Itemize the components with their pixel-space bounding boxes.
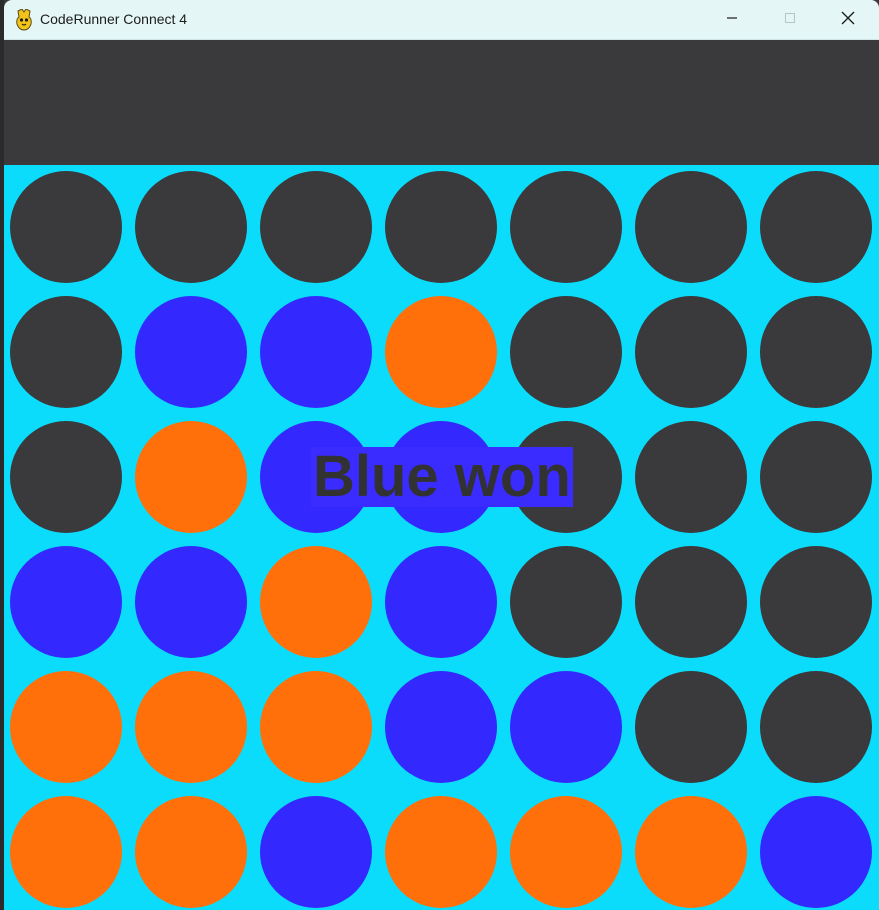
board-cell-orange-r4-c1[interactable] — [135, 671, 247, 783]
board-cell-blue-r4-c4[interactable] — [510, 671, 622, 783]
board-cell-empty-r2-c0[interactable] — [10, 421, 122, 533]
game-window: CodeRunner Connect 4 Blue won — [4, 0, 879, 910]
result-message: Blue won — [311, 444, 573, 509]
board-cell-blue-r5-c6[interactable] — [760, 796, 872, 908]
board-cell-empty-r4-c6[interactable] — [760, 671, 872, 783]
board-cell-blue-r1-c2[interactable] — [260, 296, 372, 408]
board-cell-orange-r3-c2[interactable] — [260, 546, 372, 658]
board-cell-blue-r5-c2[interactable] — [260, 796, 372, 908]
board-cell-orange-r5-c0[interactable] — [10, 796, 122, 908]
minimize-icon — [726, 11, 738, 29]
board-cell-orange-r5-c1[interactable] — [135, 796, 247, 908]
board-cell-empty-r2-c5[interactable] — [635, 421, 747, 533]
board-cell-orange-r4-c2[interactable] — [260, 671, 372, 783]
board-cell-blue-r1-c1[interactable] — [135, 296, 247, 408]
board-cell-empty-r1-c5[interactable] — [635, 296, 747, 408]
board-cell-empty-r0-c2[interactable] — [260, 171, 372, 283]
board-cell-orange-r2-c1[interactable] — [135, 421, 247, 533]
maximize-icon — [784, 11, 796, 29]
board-cell-empty-r0-c1[interactable] — [135, 171, 247, 283]
board-cell-orange-r5-c4[interactable] — [510, 796, 622, 908]
board-cell-empty-r0-c3[interactable] — [385, 171, 497, 283]
game-board[interactable]: Blue won — [4, 165, 879, 910]
board-cell-empty-r1-c0[interactable] — [10, 296, 122, 408]
board-cell-blue-r3-c3[interactable] — [385, 546, 497, 658]
board-cell-empty-r0-c5[interactable] — [635, 171, 747, 283]
board-cell-empty-r3-c5[interactable] — [635, 546, 747, 658]
board-cell-empty-r0-c0[interactable] — [10, 171, 122, 283]
board-cell-orange-r5-c5[interactable] — [635, 796, 747, 908]
board-cell-empty-r0-c4[interactable] — [510, 171, 622, 283]
close-icon — [841, 11, 855, 30]
board-cell-orange-r4-c0[interactable] — [10, 671, 122, 783]
minimize-button[interactable] — [703, 0, 761, 40]
title-bar[interactable]: CodeRunner Connect 4 — [4, 0, 879, 40]
board-cell-blue-r3-c0[interactable] — [10, 546, 122, 658]
board-cell-empty-r1-c6[interactable] — [760, 296, 872, 408]
board-cell-blue-r3-c1[interactable] — [135, 546, 247, 658]
board-cell-empty-r1-c4[interactable] — [510, 296, 622, 408]
board-cell-empty-r4-c5[interactable] — [635, 671, 747, 783]
python-icon — [14, 8, 34, 31]
window-title: CodeRunner Connect 4 — [40, 11, 188, 27]
drop-zone[interactable] — [4, 40, 879, 165]
board-cell-empty-r2-c6[interactable] — [760, 421, 872, 533]
maximize-button[interactable] — [761, 0, 819, 40]
board-cell-orange-r1-c3[interactable] — [385, 296, 497, 408]
board-cell-empty-r3-c6[interactable] — [760, 546, 872, 658]
board-cell-empty-r0-c6[interactable] — [760, 171, 872, 283]
board-cell-empty-r3-c4[interactable] — [510, 546, 622, 658]
close-button[interactable] — [819, 0, 877, 40]
board-cell-orange-r5-c3[interactable] — [385, 796, 497, 908]
board-cell-blue-r4-c3[interactable] — [385, 671, 497, 783]
board-grid[interactable] — [4, 165, 879, 910]
